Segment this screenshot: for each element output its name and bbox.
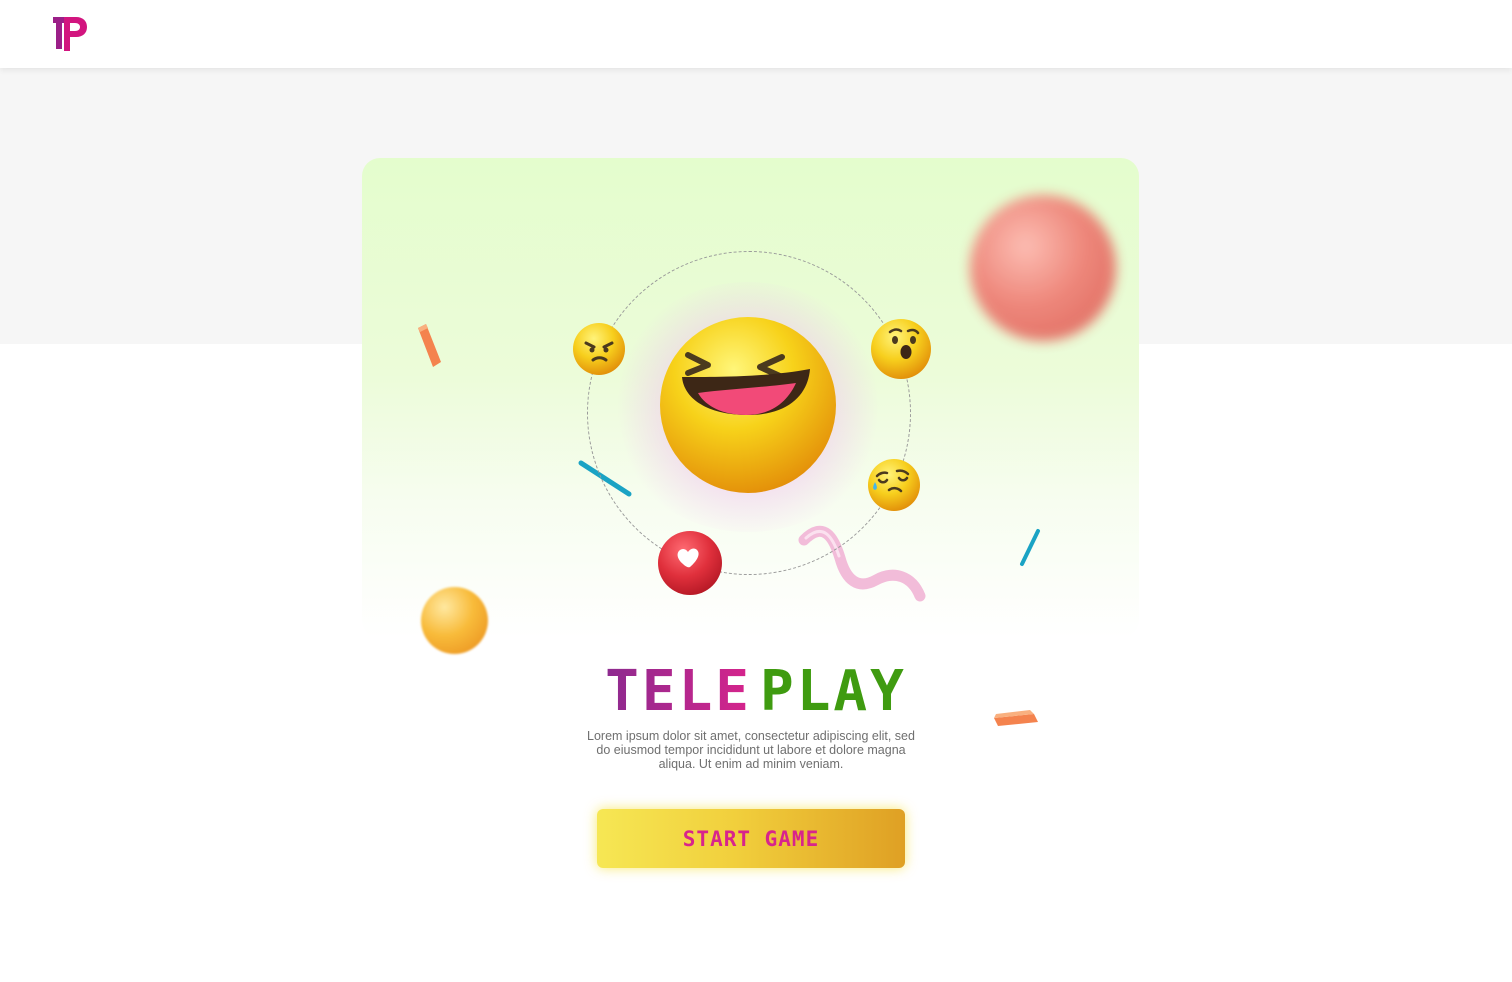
laughing-emoji-icon bbox=[660, 317, 836, 493]
orange-bar-decoration bbox=[418, 324, 441, 367]
blurred-red-ball bbox=[970, 195, 1116, 341]
start-game-button[interactable]: START GAME bbox=[597, 809, 905, 868]
surprised-emoji-icon bbox=[871, 319, 931, 379]
blue-stick-decoration-2 bbox=[1020, 529, 1040, 566]
crying-emoji-icon bbox=[868, 459, 920, 511]
game-title-part2: PLAY bbox=[760, 659, 907, 724]
angry-emoji-icon bbox=[573, 323, 625, 375]
game-description: Lorem ipsum dolor sit amet, consectetur … bbox=[587, 729, 915, 771]
game-title-part1: TELE bbox=[605, 659, 752, 724]
heart-icon bbox=[658, 531, 722, 595]
orange-ball bbox=[421, 587, 488, 654]
teleplay-logo-icon[interactable] bbox=[50, 14, 88, 54]
top-bar bbox=[0, 0, 1512, 68]
game-title: TELE PLAY bbox=[0, 660, 1512, 724]
